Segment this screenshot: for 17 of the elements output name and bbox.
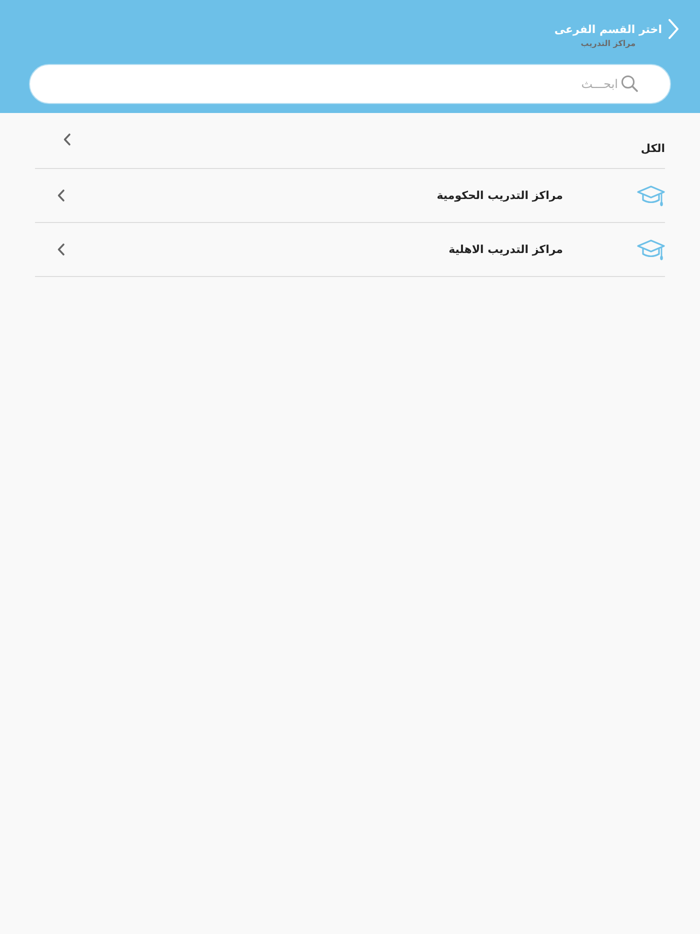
list-item[interactable]: الكل	[35, 113, 665, 169]
item-label: الكل	[640, 141, 665, 155]
back-button[interactable]	[667, 18, 679, 40]
search-icon	[621, 75, 638, 92]
chevron-left-icon	[63, 133, 71, 146]
page-title: اختر القسم الفرعى	[554, 22, 662, 38]
chevron-right-icon	[668, 19, 678, 39]
page-subtitle: مراكز التدريب	[580, 38, 636, 49]
graduation-cap-icon	[637, 238, 665, 260]
graduation-cap-icon	[637, 184, 665, 206]
item-label: مراكز التدريب الحكومية	[436, 189, 563, 202]
chevron-left-icon	[57, 243, 65, 256]
list-item[interactable]: مراكز التدريب الاهلية	[35, 223, 665, 277]
list-item[interactable]: مراكز التدريب الحكومية	[35, 169, 665, 223]
search-field[interactable]: ابحـــث	[29, 64, 671, 104]
chevron-left-icon	[57, 189, 65, 202]
item-label: مراكز التدريب الاهلية	[448, 243, 563, 256]
